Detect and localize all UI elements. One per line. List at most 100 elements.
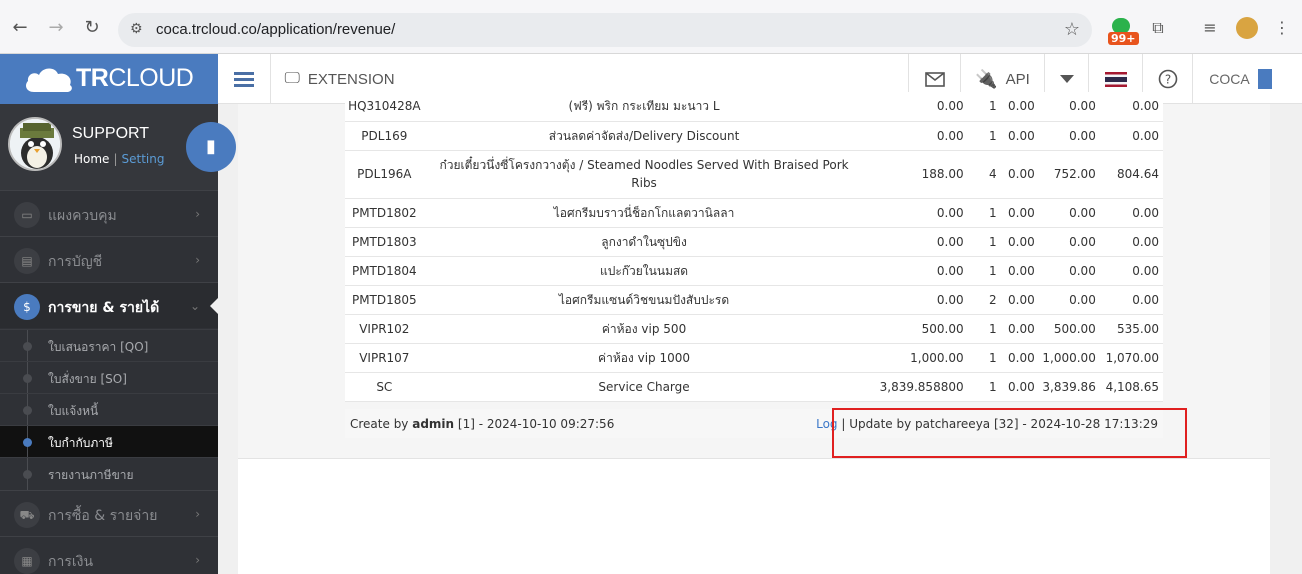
cell-disc: 0.00 <box>998 314 1037 344</box>
bullet-icon <box>23 406 32 415</box>
site-info-icon[interactable]: ⚙ <box>130 21 143 37</box>
cell-qty: 1 <box>966 227 999 257</box>
bullet-icon <box>23 438 32 447</box>
cell-amount: 500.00 <box>1036 314 1099 344</box>
cell-qty: 1 <box>966 343 999 373</box>
forward-icon[interactable]: → <box>44 16 68 40</box>
cell-price: 0.00 <box>864 285 967 315</box>
cell-desc: แปะก๊วยในนมสด <box>423 256 865 286</box>
media-control-icon[interactable]: ≡ <box>1198 16 1222 40</box>
sidebar: SUPPORT Home | Setting ▭ แผงควบคุม › ▤ การ… <box>0 104 218 574</box>
plug-icon: 🔌 <box>975 68 998 90</box>
extension-badge: 99+ <box>1108 32 1139 45</box>
sidebar-item-label: การเงิน <box>48 554 94 570</box>
cell-total: 0.00 <box>1098 121 1163 151</box>
sidebar-item-label: การซื้อ & รายจ่าย <box>48 508 158 524</box>
sidebar-item-purchase[interactable]: ⛟ การซื้อ & รายจ่าย › <box>0 490 218 536</box>
bullet-icon <box>23 342 32 351</box>
logo[interactable]: TRCLOUD <box>0 54 218 104</box>
cell-desc: (ฟรี) พริก กระเทียม มะนาว L <box>423 92 865 122</box>
cell-amount: 0.00 <box>1036 198 1099 228</box>
cell-qty: 1 <box>966 372 999 402</box>
cell-disc: 0.00 <box>998 372 1037 402</box>
sidebar-subitem-invoice[interactable]: ใบแจ้งหนี้ <box>0 393 218 426</box>
cell-qty: 2 <box>966 285 999 315</box>
line-items-table: HQ310428A (ฟรี) พริก กระเทียม มะนาว L 0.00… <box>345 92 1163 402</box>
cell-code: PMTD1802 <box>345 198 424 228</box>
cell-total: 0.00 <box>1098 198 1163 228</box>
cell-price: 3,839.858800 <box>864 372 967 402</box>
browser-menu-icon[interactable]: ⋮ <box>1270 16 1294 40</box>
setting-link[interactable]: Setting <box>121 152 164 166</box>
sidebar-subitem-tax-invoice[interactable]: ใบกำกับภาษี <box>0 425 218 458</box>
bookmark-star-icon[interactable]: ☆ <box>1064 19 1080 40</box>
cell-amount: 0.00 <box>1036 227 1099 257</box>
browser-toolbar: ← → ↻ ⚙ coca.trcloud.co/application/reve… <box>0 0 1302 54</box>
bullet-icon <box>23 470 32 479</box>
table-row: PMTD1805 ไอศกรีมแซนด์วิชขนมปังสับปะรด 0.00… <box>345 285 1163 315</box>
extensions-puzzle-icon[interactable]: ⧉ <box>1146 16 1170 40</box>
reload-icon[interactable]: ↻ <box>80 16 104 40</box>
cell-disc: 0.00 <box>998 343 1037 373</box>
sidebar-item-finance[interactable]: ▦ การเงิน › <box>0 536 218 574</box>
monitor-icon: ▭ <box>14 202 40 228</box>
highlight-box <box>832 408 1187 458</box>
sidebar-item-sales[interactable]: $ การขาย & รายได้ ⌄ <box>0 282 218 328</box>
cell-total: 0.00 <box>1098 285 1163 315</box>
avatar[interactable] <box>8 117 62 171</box>
sidebar-subitem-label: ใบเสนอราคา [QO] <box>48 340 149 354</box>
chevron-right-icon: › <box>195 507 200 521</box>
cell-desc: ค่าห้อง vip 500 <box>423 314 865 344</box>
cell-desc: ลูกงาดำในซุปขิง <box>423 227 865 257</box>
book-icon: ▤ <box>14 248 40 274</box>
cart-icon: ⛟ <box>14 502 40 528</box>
home-link[interactable]: Home <box>74 152 109 166</box>
cell-disc: 0.00 <box>998 198 1037 228</box>
cell-price: 0.00 <box>864 227 967 257</box>
cell-desc: ไอศกรีมบราวนี่ช็อกโกแลตวานิลลา <box>423 198 865 228</box>
cell-qty: 1 <box>966 198 999 228</box>
document-book-button[interactable]: ▮ <box>186 122 236 172</box>
address-bar[interactable]: ⚙ coca.trcloud.co/application/revenue/ ☆ <box>118 13 1092 47</box>
monitor-icon: 🖵 <box>284 70 300 87</box>
sidebar-subitem-label: ใบกำกับภาษี <box>48 436 113 450</box>
cell-price: 188.00 <box>864 150 967 199</box>
panel-divider <box>238 458 1270 459</box>
url-text[interactable]: coca.trcloud.co/application/revenue/ <box>156 21 395 38</box>
cell-disc: 0.00 <box>998 285 1037 315</box>
back-icon[interactable]: ← <box>8 16 32 40</box>
sidebar-subitem-sales-order[interactable]: ใบสั่งขาย [SO] <box>0 361 218 394</box>
cell-desc: ก๋วยเตี๋ยวนึ่งซี่โครงกวางตุ้ง / Steamed … <box>423 150 865 199</box>
svg-text:?: ? <box>1164 73 1170 87</box>
sidebar-item-label: การขาย & รายได้ <box>48 300 160 316</box>
profile-avatar[interactable] <box>1236 17 1258 39</box>
cell-price: 0.00 <box>864 256 967 286</box>
cell-desc: ส่วนลดค่าจัดส่ง/Delivery Discount <box>423 121 865 151</box>
building-icon <box>1257 69 1272 89</box>
sidebar-item-label: การบัญชี <box>48 254 103 270</box>
cell-total: 0.00 <box>1098 227 1163 257</box>
sidebar-subitem-sales-tax-report[interactable]: รายงานภาษีขาย <box>0 457 218 490</box>
sidebar-subitem-quotation[interactable]: ใบเสนอราคา [QO] <box>0 329 218 362</box>
table-row: PDL196A ก๋วยเตี๋ยวนึ่งซี่โครงกวางตุ้ง / S… <box>345 150 1163 199</box>
sidebar-item-label: แผงควบคุม <box>48 208 117 224</box>
active-caret <box>210 298 218 314</box>
dollar-icon: $ <box>14 294 40 320</box>
company-button[interactable]: COCA <box>1192 54 1288 104</box>
sidebar-item-dashboard[interactable]: ▭ แผงควบคุม › <box>0 190 218 236</box>
cell-disc: 0.00 <box>998 121 1037 151</box>
sidebar-item-accounting[interactable]: ▤ การบัญชี › <box>0 236 218 282</box>
cell-price: 1,000.00 <box>864 343 967 373</box>
cell-price: 0.00 <box>864 198 967 228</box>
cell-qty: 1 <box>966 256 999 286</box>
cell-code: PMTD1804 <box>345 256 424 286</box>
calendar-icon: ▦ <box>14 548 40 574</box>
cell-total: 1,070.00 <box>1098 343 1163 373</box>
cell-total: 535.00 <box>1098 314 1163 344</box>
table-row: PMTD1804 แปะก๊วยในนมสด 0.00 1 0.00 0.00 0.00 <box>345 256 1163 286</box>
cell-price: 0.00 <box>864 121 967 151</box>
cell-qty: 4 <box>966 150 999 199</box>
company-label: COCA <box>1209 71 1250 87</box>
hamburger-menu-icon[interactable] <box>218 54 270 104</box>
cell-amount: 0.00 <box>1036 285 1099 315</box>
